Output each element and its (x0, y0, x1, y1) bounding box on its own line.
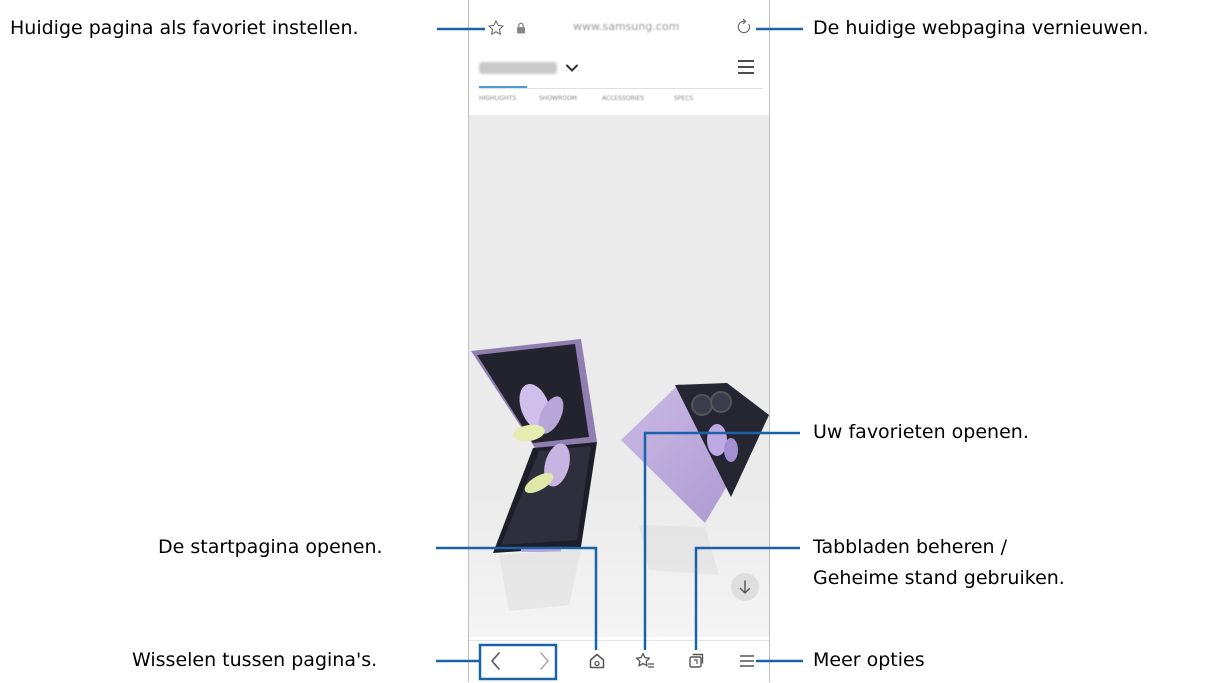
callout-tabs-line2: Geheime stand gebruiken. (813, 567, 1065, 589)
tabs-icon[interactable] (687, 652, 705, 670)
more-menu-icon[interactable] (739, 654, 755, 668)
callout-home: De startpagina openen. (158, 536, 383, 558)
page-content[interactable] (469, 115, 769, 637)
header-divider (479, 88, 763, 89)
callout-more: Meer opties (813, 649, 925, 671)
menu-item-highlights[interactable]: HIGHLIGHTS (479, 95, 516, 102)
url-field[interactable]: www.samsung.com (573, 20, 679, 33)
callout-tabs-line1: Tabbladen beheren / (813, 536, 1008, 558)
hamburger-menu-icon[interactable] (737, 58, 755, 76)
back-icon[interactable] (489, 651, 503, 671)
bookmarks-icon[interactable] (635, 652, 655, 670)
chevron-down-icon[interactable] (565, 62, 579, 74)
star-bookmark-icon[interactable] (487, 19, 505, 37)
menu-item-accessories[interactable]: ACCESSORIES (602, 95, 644, 102)
scroll-down-button[interactable] (731, 573, 759, 601)
bottom-toolbar (469, 640, 769, 683)
home-icon[interactable] (588, 652, 606, 670)
phone-screen: www.samsung.com HIGHLIGHTS SHOWROOM ACCE… (468, 0, 770, 683)
callout-favorites: Uw favorieten openen. (813, 421, 1029, 443)
refresh-icon[interactable] (735, 18, 753, 36)
callout-back-forward: Wisselen tussen pagina's. (132, 649, 378, 671)
callout-refresh: De huidige webpagina vernieuwen. (813, 17, 1149, 39)
lock-icon (517, 22, 525, 34)
menu-item-specs[interactable]: SPECS (674, 95, 693, 102)
callout-bookmark: Huidige pagina als favoriet instellen. (10, 17, 359, 39)
site-logo[interactable] (479, 62, 557, 74)
arrow-down-icon (739, 580, 751, 594)
menu-item-showroom[interactable]: SHOWROOM (539, 95, 577, 102)
product-phone-image (469, 115, 769, 637)
forward-icon[interactable] (537, 651, 551, 671)
